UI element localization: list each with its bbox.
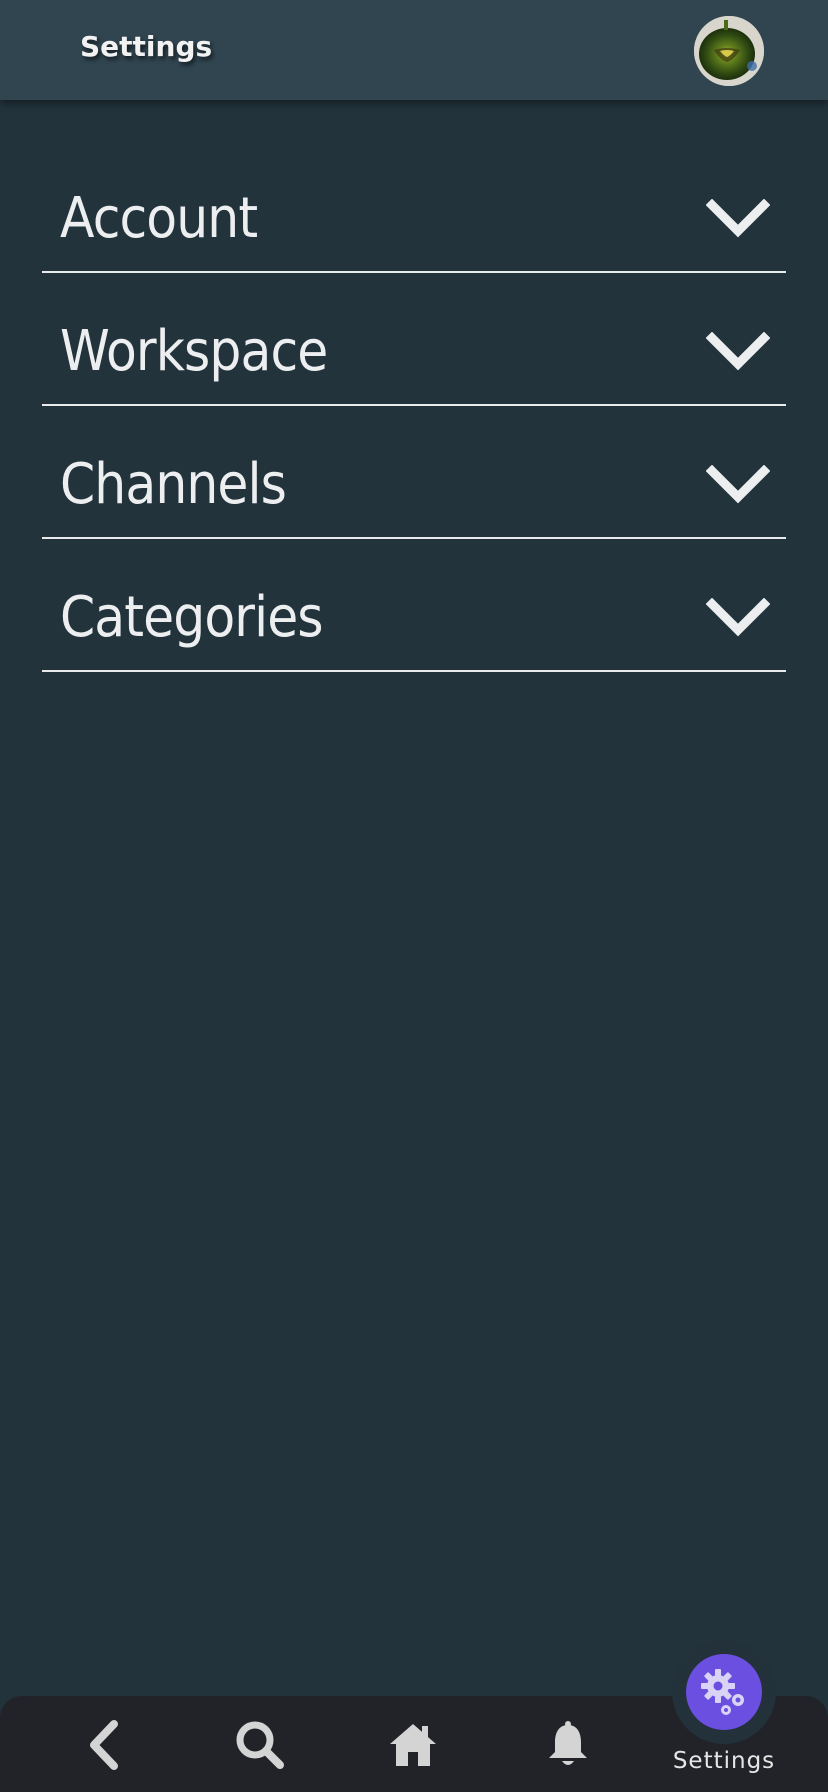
user-avatar[interactable] xyxy=(694,16,764,86)
home-icon xyxy=(390,1724,436,1766)
settings-screen: Settings Account Workspace Channels Cate… xyxy=(0,0,828,1792)
nav-search[interactable] xyxy=(210,1696,310,1792)
search-icon xyxy=(236,1721,284,1769)
chevron-down-icon[interactable] xyxy=(706,199,770,239)
kiwi-avatar-icon xyxy=(694,16,764,86)
chevron-down-icon[interactable] xyxy=(706,332,770,372)
bell-icon xyxy=(549,1721,587,1765)
nav-settings-button[interactable] xyxy=(686,1654,762,1730)
back-arrow-icon xyxy=(90,1720,118,1770)
section-label: Account xyxy=(60,186,258,251)
section-channels[interactable]: Channels xyxy=(42,406,786,539)
chevron-down-icon[interactable] xyxy=(706,465,770,505)
section-label: Workspace xyxy=(60,319,328,384)
top-app-bar: Settings xyxy=(0,0,828,100)
settings-sections: Account Workspace Channels Categories xyxy=(42,140,786,672)
nav-settings-label: Settings xyxy=(672,1748,776,1774)
nav-back[interactable] xyxy=(55,1696,155,1792)
section-account[interactable]: Account xyxy=(42,140,786,273)
section-label: Categories xyxy=(60,585,324,650)
section-categories[interactable]: Categories xyxy=(42,539,786,672)
chevron-down-icon[interactable] xyxy=(706,598,770,638)
page-title: Settings xyxy=(80,30,213,63)
nav-home[interactable] xyxy=(363,1696,463,1792)
nav-settings[interactable]: Settings xyxy=(672,1640,776,1792)
section-workspace[interactable]: Workspace xyxy=(42,273,786,406)
gears-icon xyxy=(701,1669,744,1715)
nav-notifications[interactable] xyxy=(518,1696,618,1792)
section-label: Channels xyxy=(60,452,287,517)
